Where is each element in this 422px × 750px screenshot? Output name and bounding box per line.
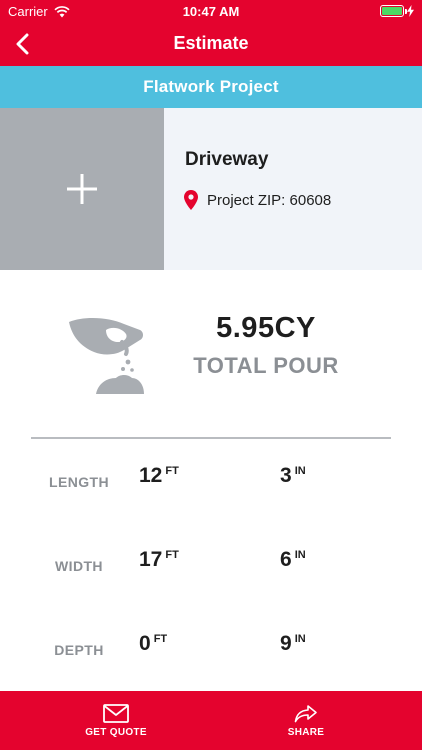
map-pin-icon xyxy=(184,190,198,210)
depth-feet-field[interactable]: 0 FT xyxy=(139,632,167,656)
project-zip-label: Project ZIP: 60608 xyxy=(207,191,332,209)
charging-bolt-icon xyxy=(407,5,414,17)
feet-value: 0 xyxy=(139,632,151,655)
width-feet-field[interactable]: 17 FT xyxy=(139,548,179,572)
share-button[interactable]: SHARE xyxy=(251,691,361,750)
dimension-label: DEPTH xyxy=(54,642,104,658)
add-photo-button[interactable] xyxy=(0,108,164,270)
page-title: Estimate xyxy=(173,33,249,53)
bottom-action-bar: GET QUOTE SHARE xyxy=(0,691,422,750)
feet-unit: FT xyxy=(165,465,179,477)
feet-value: 17 xyxy=(139,548,163,571)
battery-icon xyxy=(380,5,407,17)
project-type-banner: Flatwork Project xyxy=(0,66,422,108)
project-zip-row: Project ZIP: 60608 xyxy=(184,190,331,210)
width-inches-field[interactable]: 6 IN xyxy=(280,548,306,572)
dimension-label: WIDTH xyxy=(55,558,103,574)
length-inches-field[interactable]: 3 IN xyxy=(280,464,306,488)
inches-value: 9 xyxy=(280,632,292,655)
navigation-bar: Estimate xyxy=(0,22,422,66)
length-feet-field[interactable]: 12 FT xyxy=(139,464,179,488)
dimension-label: LENGTH xyxy=(49,474,109,490)
dimension-row-length: LENGTH 12 FT 3 IN xyxy=(0,462,422,502)
plus-icon xyxy=(67,174,97,204)
clock: 10:47 AM xyxy=(182,4,240,19)
status-bar: Carrier 10:47 AM xyxy=(0,0,422,22)
envelope-icon xyxy=(103,703,129,723)
depth-inches-field[interactable]: 9 IN xyxy=(280,632,306,656)
total-pour-label: TOTAL POUR xyxy=(193,353,339,378)
dimension-row-depth: DEPTH 0 FT 9 IN xyxy=(0,630,422,670)
total-pour-value: 5.95CY xyxy=(216,312,316,344)
inches-value: 3 xyxy=(280,464,292,487)
feet-unit: FT xyxy=(153,633,168,645)
inches-value: 6 xyxy=(280,548,292,571)
section-divider xyxy=(31,437,391,439)
inches-unit: IN xyxy=(294,633,306,645)
feet-value: 12 xyxy=(139,464,163,487)
share-arrow-icon xyxy=(294,704,317,722)
concrete-pour-icon xyxy=(69,318,144,394)
share-label: SHARE xyxy=(287,726,325,738)
feet-unit: FT xyxy=(165,549,179,561)
battery-indicator xyxy=(380,5,414,17)
get-quote-button[interactable]: GET QUOTE xyxy=(61,691,171,750)
battery-level-fill xyxy=(382,7,402,15)
top-bar: Carrier 10:47 AM Estimate xyxy=(0,0,422,66)
project-name: Driveway xyxy=(185,149,269,170)
get-quote-label: GET QUOTE xyxy=(85,726,147,738)
dimension-row-width: WIDTH 17 FT 6 IN xyxy=(0,546,422,586)
project-info-panel: Driveway Project ZIP: 60608 xyxy=(164,108,422,270)
inches-unit: IN xyxy=(294,465,306,477)
inches-unit: IN xyxy=(294,549,306,561)
